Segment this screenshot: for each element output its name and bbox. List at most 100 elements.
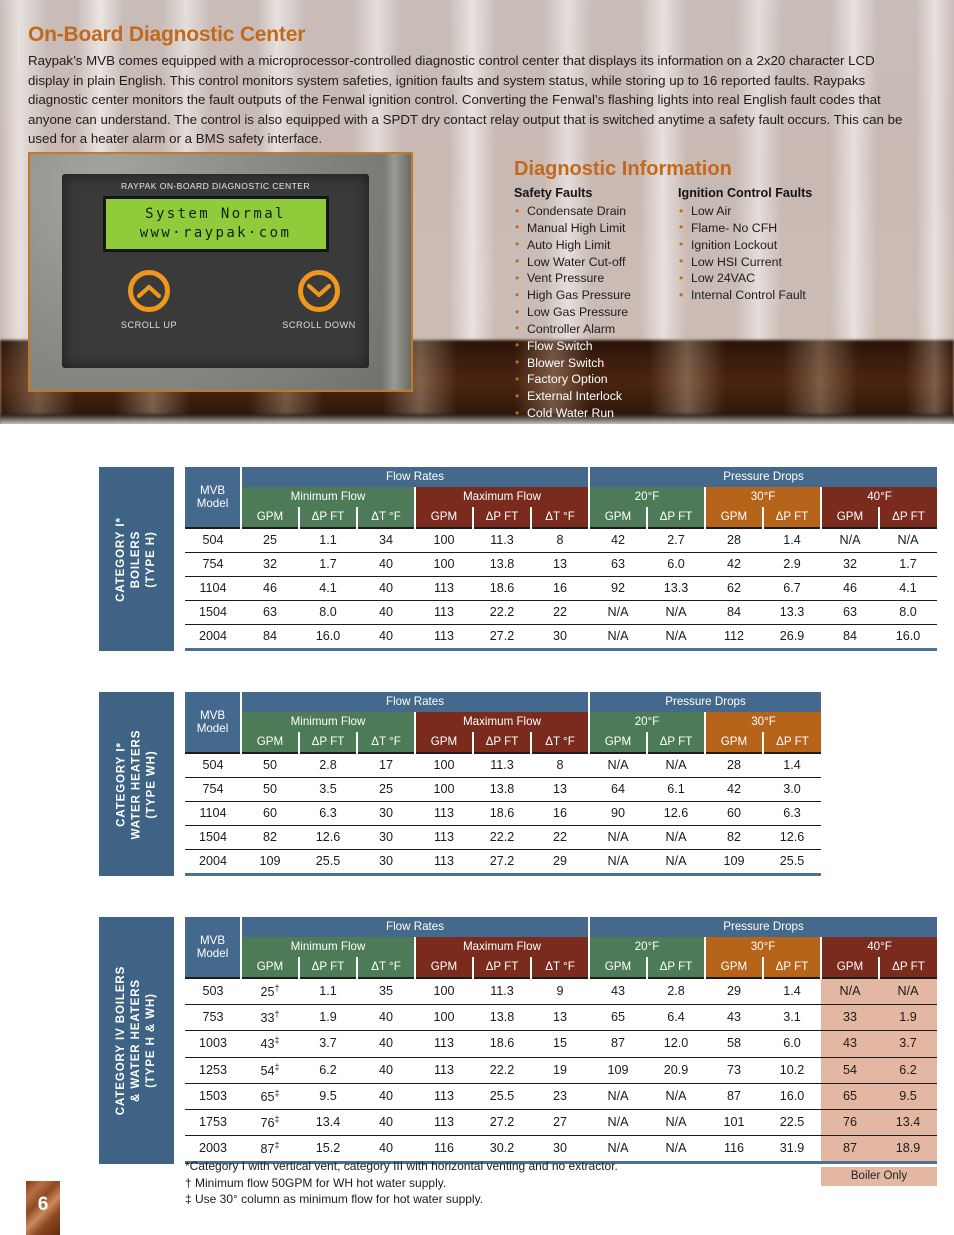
table-cell: 6.7 [763,576,821,601]
cell-model: 1104 [185,576,241,601]
safety-fault-item: Cold Water Run [514,405,684,422]
column-header: GPM [589,732,648,753]
table-cell: 11.3 [473,527,531,553]
intro-paragraph: Raypak’s MVB comes equipped with a micro… [28,53,903,147]
table-cell: 40 [357,1083,415,1110]
column-header: ΔT °F [357,957,416,978]
scroll-down-button[interactable]: SCROLL DOWN [280,270,358,330]
table-cell: 92 [589,576,647,601]
header-mvb-model: MVB Model [185,692,242,753]
table-cell: 9 [531,977,589,1006]
column-header: GPM [415,507,474,528]
safety-fault-item: Condensate Drain [514,203,684,220]
column-header: ΔP FT [473,732,532,753]
table-cell: 16 [531,801,589,826]
table-cell: 42 [589,527,647,553]
column-header: ΔP FT [879,957,937,978]
cell-model: 2004 [185,624,241,651]
table-cell: N/A [647,752,705,778]
table-row: 2004 84 16.0 40 113 27.2 30 N/A N/A 112 26.9 84 16.0 [185,624,937,651]
table-cell: 13 [531,552,589,577]
data-table: MVB Model Flow Rates Pressure Drops Minimum … [185,467,937,651]
table-cell: 18.6 [473,576,531,601]
table-cell: 28 [705,527,763,553]
safety-faults-column: Safety Faults Condensate DrainManual Hig… [514,186,684,422]
table-row: 1003 43‡ 3.7 40 113 18.6 15 87 12.0 58 6.0 43 3.7 [185,1030,937,1058]
ignition-faults-column: Ignition Control Faults Low AirFlame- No… [678,186,908,304]
table-cell: 3.7 [299,1030,357,1058]
table-cell: 65 [589,1004,647,1032]
table-row: 1104 46 4.1 40 113 18.6 16 92 13.3 62 6.7 46 4.1 [185,576,937,601]
column-header: ΔT °F [531,732,590,753]
column-header: GPM [589,507,648,528]
table-cell: 40 [357,1030,415,1058]
table-cell: 22.2 [473,1057,531,1084]
column-header: GPM [821,957,880,978]
column-header: ΔP FT [473,507,532,528]
table-cell: 50 [241,777,299,802]
ignition-fault-item: Ignition Lockout [678,236,908,254]
header-subgroup: 20°F [589,487,706,507]
table-cell: 16 [531,576,589,601]
table-cell: 63 [821,600,879,625]
table-cell: 13.4 [299,1109,357,1137]
table-cell: 64 [589,777,647,802]
table-cell: 4.1 [879,576,937,601]
column-header: ΔP FT [473,957,532,978]
table-row: 1504 82 12.6 30 113 22.2 22 N/A N/A 82 12.6 [185,825,821,850]
table-cell: 28 [705,752,763,778]
column-header: GPM [705,957,764,978]
header-pressure-drops: Pressure Drops [589,692,821,712]
table-cell: 6.1 [647,777,705,802]
safety-fault-item: Low Gas Pressure [514,304,684,321]
table-cell: 1.4 [763,752,821,778]
table-cell: 16.0 [763,1083,821,1110]
table-cell: 101 [705,1109,763,1137]
table-cell: 6.2 [299,1057,357,1084]
table-cell: 1.9 [299,1004,357,1032]
table-cell: 2.8 [299,752,357,778]
table-header-row-subgroups: Minimum Flow Maximum Flow 20°F 30°F [185,712,821,732]
table-cell: 1.9 [879,1004,937,1032]
table-cell: N/A [821,977,879,1006]
safety-fault-item: Vent Pressure [514,270,684,287]
column-header: GPM [241,507,300,528]
table-row: 753 33† 1.9 40 100 13.8 13 65 6.4 43 3.1 33 1.9 [185,1004,937,1032]
column-header: GPM [705,732,764,753]
header-subgroup: Maximum Flow [415,487,590,507]
table-cell: 76‡ [241,1109,299,1137]
table-cell: 60 [705,801,763,826]
table-cell: N/A [647,1109,705,1137]
table-cell: N/A [589,825,647,850]
table-cell: 87 [705,1083,763,1110]
header-subgroup: 30°F [705,712,821,732]
table-cell: 63 [241,600,299,625]
table-cell: 43‡ [241,1030,299,1058]
table-cell: 29 [705,977,763,1006]
safety-fault-item: High Gas Pressure [514,287,684,304]
table-cell: 11.3 [473,752,531,778]
header-flow-rates: Flow Rates [241,467,590,487]
header-subgroup: Minimum Flow [241,712,416,732]
table-cell: 109 [589,1057,647,1084]
table-cell: N/A [647,624,705,651]
cell-model: 1753 [185,1109,241,1137]
table-cell: 6.3 [299,801,357,826]
table-cell: 113 [415,1030,473,1058]
column-header: GPM [241,732,300,753]
cell-model: 2004 [185,849,241,876]
column-header: ΔT °F [531,957,590,978]
scroll-up-button[interactable]: SCROLL UP [110,270,188,330]
table-cell: 113 [415,624,473,651]
table-cell: 1.4 [763,527,821,553]
table-cell: 22.2 [473,825,531,850]
safety-fault-item: Low Water Cut-off [514,253,684,271]
table-row: 754 32 1.7 40 100 13.8 13 63 6.0 42 2.9 32 1.7 [185,552,937,577]
table-cell: 109 [705,849,763,876]
column-header: ΔP FT [763,732,821,753]
header-mvb-model: MVB Model [185,917,242,978]
table-cell: 27.2 [473,624,531,651]
table-row: 1504 63 8.0 40 113 22.2 22 N/A N/A 84 13.3 63 8.0 [185,600,937,625]
table-cell: N/A [647,825,705,850]
column-header: ΔT °F [531,507,590,528]
